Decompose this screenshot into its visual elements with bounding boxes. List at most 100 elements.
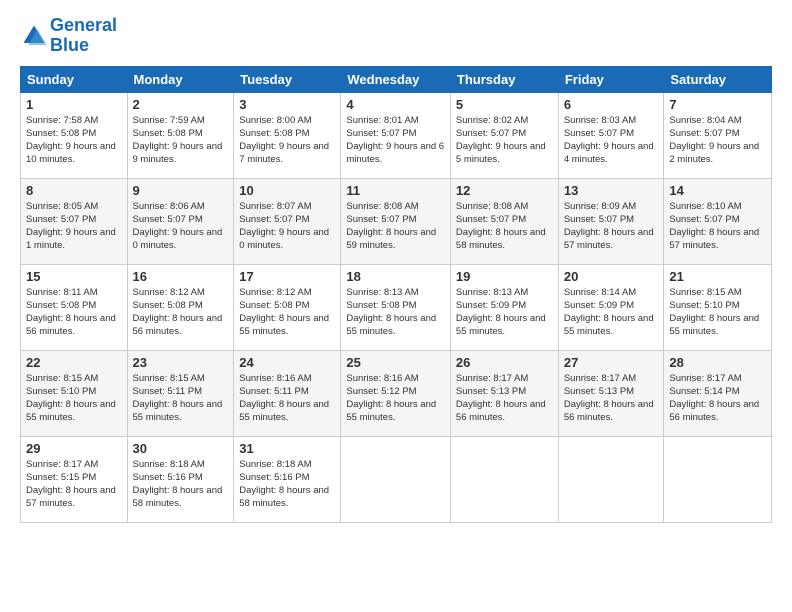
calendar-cell: 15 Sunrise: 8:11 AMSunset: 5:08 PMDaylig… (21, 264, 128, 350)
calendar-cell: 5 Sunrise: 8:02 AMSunset: 5:07 PMDayligh… (450, 92, 558, 178)
calendar-cell: 7 Sunrise: 8:04 AMSunset: 5:07 PMDayligh… (664, 92, 772, 178)
day-number: 23 (133, 355, 229, 370)
day-number: 15 (26, 269, 122, 284)
cell-info: Sunrise: 8:02 AMSunset: 5:07 PMDaylight:… (456, 115, 546, 166)
calendar-row-1: 1 Sunrise: 7:58 AMSunset: 5:08 PMDayligh… (21, 92, 772, 178)
cell-info: Sunrise: 8:08 AMSunset: 5:07 PMDaylight:… (456, 201, 546, 252)
cell-info: Sunrise: 8:17 AMSunset: 5:13 PMDaylight:… (456, 373, 546, 424)
calendar-cell: 4 Sunrise: 8:01 AMSunset: 5:07 PMDayligh… (341, 92, 451, 178)
calendar-cell: 30 Sunrise: 8:18 AMSunset: 5:16 PMDaylig… (127, 436, 234, 522)
calendar-cell (558, 436, 664, 522)
cell-info: Sunrise: 8:15 AMSunset: 5:10 PMDaylight:… (26, 373, 116, 424)
cell-info: Sunrise: 8:06 AMSunset: 5:07 PMDaylight:… (133, 201, 223, 252)
weekday-header-tuesday: Tuesday (234, 66, 341, 92)
calendar-cell: 22 Sunrise: 8:15 AMSunset: 5:10 PMDaylig… (21, 350, 128, 436)
calendar-cell: 8 Sunrise: 8:05 AMSunset: 5:07 PMDayligh… (21, 178, 128, 264)
weekday-header-sunday: Sunday (21, 66, 128, 92)
calendar-cell: 29 Sunrise: 8:17 AMSunset: 5:15 PMDaylig… (21, 436, 128, 522)
calendar-cell: 17 Sunrise: 8:12 AMSunset: 5:08 PMDaylig… (234, 264, 341, 350)
logo-text: General Blue (50, 16, 117, 56)
day-number: 30 (133, 441, 229, 456)
calendar-cell: 1 Sunrise: 7:58 AMSunset: 5:08 PMDayligh… (21, 92, 128, 178)
calendar-cell: 13 Sunrise: 8:09 AMSunset: 5:07 PMDaylig… (558, 178, 664, 264)
cell-info: Sunrise: 8:11 AMSunset: 5:08 PMDaylight:… (26, 287, 116, 338)
calendar-cell: 19 Sunrise: 8:13 AMSunset: 5:09 PMDaylig… (450, 264, 558, 350)
weekday-header-thursday: Thursday (450, 66, 558, 92)
calendar-cell: 11 Sunrise: 8:08 AMSunset: 5:07 PMDaylig… (341, 178, 451, 264)
cell-info: Sunrise: 8:10 AMSunset: 5:07 PMDaylight:… (669, 201, 759, 252)
cell-info: Sunrise: 8:15 AMSunset: 5:10 PMDaylight:… (669, 287, 759, 338)
calendar-cell: 23 Sunrise: 8:15 AMSunset: 5:11 PMDaylig… (127, 350, 234, 436)
cell-info: Sunrise: 8:18 AMSunset: 5:16 PMDaylight:… (239, 459, 329, 510)
weekday-header-row: SundayMondayTuesdayWednesdayThursdayFrid… (21, 66, 772, 92)
day-number: 6 (564, 97, 659, 112)
calendar-cell: 27 Sunrise: 8:17 AMSunset: 5:13 PMDaylig… (558, 350, 664, 436)
cell-info: Sunrise: 8:18 AMSunset: 5:16 PMDaylight:… (133, 459, 223, 510)
calendar-cell: 3 Sunrise: 8:00 AMSunset: 5:08 PMDayligh… (234, 92, 341, 178)
calendar-cell: 31 Sunrise: 8:18 AMSunset: 5:16 PMDaylig… (234, 436, 341, 522)
day-number: 21 (669, 269, 766, 284)
cell-info: Sunrise: 8:04 AMSunset: 5:07 PMDaylight:… (669, 115, 759, 166)
day-number: 13 (564, 183, 659, 198)
cell-info: Sunrise: 8:07 AMSunset: 5:07 PMDaylight:… (239, 201, 329, 252)
day-number: 12 (456, 183, 553, 198)
day-number: 31 (239, 441, 335, 456)
cell-info: Sunrise: 8:14 AMSunset: 5:09 PMDaylight:… (564, 287, 654, 338)
cell-info: Sunrise: 8:03 AMSunset: 5:07 PMDaylight:… (564, 115, 654, 166)
calendar-cell: 2 Sunrise: 7:59 AMSunset: 5:08 PMDayligh… (127, 92, 234, 178)
day-number: 29 (26, 441, 122, 456)
calendar-cell: 26 Sunrise: 8:17 AMSunset: 5:13 PMDaylig… (450, 350, 558, 436)
day-number: 25 (346, 355, 445, 370)
calendar-row-4: 22 Sunrise: 8:15 AMSunset: 5:10 PMDaylig… (21, 350, 772, 436)
cell-info: Sunrise: 7:59 AMSunset: 5:08 PMDaylight:… (133, 115, 223, 166)
calendar-cell: 28 Sunrise: 8:17 AMSunset: 5:14 PMDaylig… (664, 350, 772, 436)
calendar-cell: 6 Sunrise: 8:03 AMSunset: 5:07 PMDayligh… (558, 92, 664, 178)
day-number: 17 (239, 269, 335, 284)
day-number: 9 (133, 183, 229, 198)
cell-info: Sunrise: 8:01 AMSunset: 5:07 PMDaylight:… (346, 115, 444, 166)
cell-info: Sunrise: 7:58 AMSunset: 5:08 PMDaylight:… (26, 115, 116, 166)
weekday-header-saturday: Saturday (664, 66, 772, 92)
day-number: 7 (669, 97, 766, 112)
day-number: 26 (456, 355, 553, 370)
calendar-cell: 24 Sunrise: 8:16 AMSunset: 5:11 PMDaylig… (234, 350, 341, 436)
calendar-cell (341, 436, 451, 522)
cell-info: Sunrise: 8:13 AMSunset: 5:09 PMDaylight:… (456, 287, 546, 338)
calendar-body: 1 Sunrise: 7:58 AMSunset: 5:08 PMDayligh… (21, 92, 772, 522)
calendar-row-3: 15 Sunrise: 8:11 AMSunset: 5:08 PMDaylig… (21, 264, 772, 350)
calendar-cell: 25 Sunrise: 8:16 AMSunset: 5:12 PMDaylig… (341, 350, 451, 436)
cell-info: Sunrise: 8:05 AMSunset: 5:07 PMDaylight:… (26, 201, 116, 252)
weekday-header-wednesday: Wednesday (341, 66, 451, 92)
day-number: 1 (26, 97, 122, 112)
day-number: 2 (133, 97, 229, 112)
calendar-row-5: 29 Sunrise: 8:17 AMSunset: 5:15 PMDaylig… (21, 436, 772, 522)
cell-info: Sunrise: 8:17 AMSunset: 5:13 PMDaylight:… (564, 373, 654, 424)
calendar-table: SundayMondayTuesdayWednesdayThursdayFrid… (20, 66, 772, 523)
calendar-cell: 9 Sunrise: 8:06 AMSunset: 5:07 PMDayligh… (127, 178, 234, 264)
day-number: 20 (564, 269, 659, 284)
cell-info: Sunrise: 8:09 AMSunset: 5:07 PMDaylight:… (564, 201, 654, 252)
day-number: 28 (669, 355, 766, 370)
day-number: 8 (26, 183, 122, 198)
logo: General Blue (20, 16, 117, 56)
calendar-row-2: 8 Sunrise: 8:05 AMSunset: 5:07 PMDayligh… (21, 178, 772, 264)
day-number: 16 (133, 269, 229, 284)
calendar-cell: 21 Sunrise: 8:15 AMSunset: 5:10 PMDaylig… (664, 264, 772, 350)
day-number: 10 (239, 183, 335, 198)
cell-info: Sunrise: 8:13 AMSunset: 5:08 PMDaylight:… (346, 287, 436, 338)
calendar-cell: 10 Sunrise: 8:07 AMSunset: 5:07 PMDaylig… (234, 178, 341, 264)
calendar-cell: 16 Sunrise: 8:12 AMSunset: 5:08 PMDaylig… (127, 264, 234, 350)
cell-info: Sunrise: 8:12 AMSunset: 5:08 PMDaylight:… (133, 287, 223, 338)
day-number: 11 (346, 183, 445, 198)
cell-info: Sunrise: 8:08 AMSunset: 5:07 PMDaylight:… (346, 201, 436, 252)
calendar-cell (450, 436, 558, 522)
cell-info: Sunrise: 8:12 AMSunset: 5:08 PMDaylight:… (239, 287, 329, 338)
cell-info: Sunrise: 8:17 AMSunset: 5:14 PMDaylight:… (669, 373, 759, 424)
day-number: 14 (669, 183, 766, 198)
cell-info: Sunrise: 8:15 AMSunset: 5:11 PMDaylight:… (133, 373, 223, 424)
day-number: 18 (346, 269, 445, 284)
logo-icon (20, 22, 48, 50)
calendar-cell: 12 Sunrise: 8:08 AMSunset: 5:07 PMDaylig… (450, 178, 558, 264)
page: General Blue SundayMondayTuesdayWednesda… (0, 0, 792, 612)
day-number: 3 (239, 97, 335, 112)
